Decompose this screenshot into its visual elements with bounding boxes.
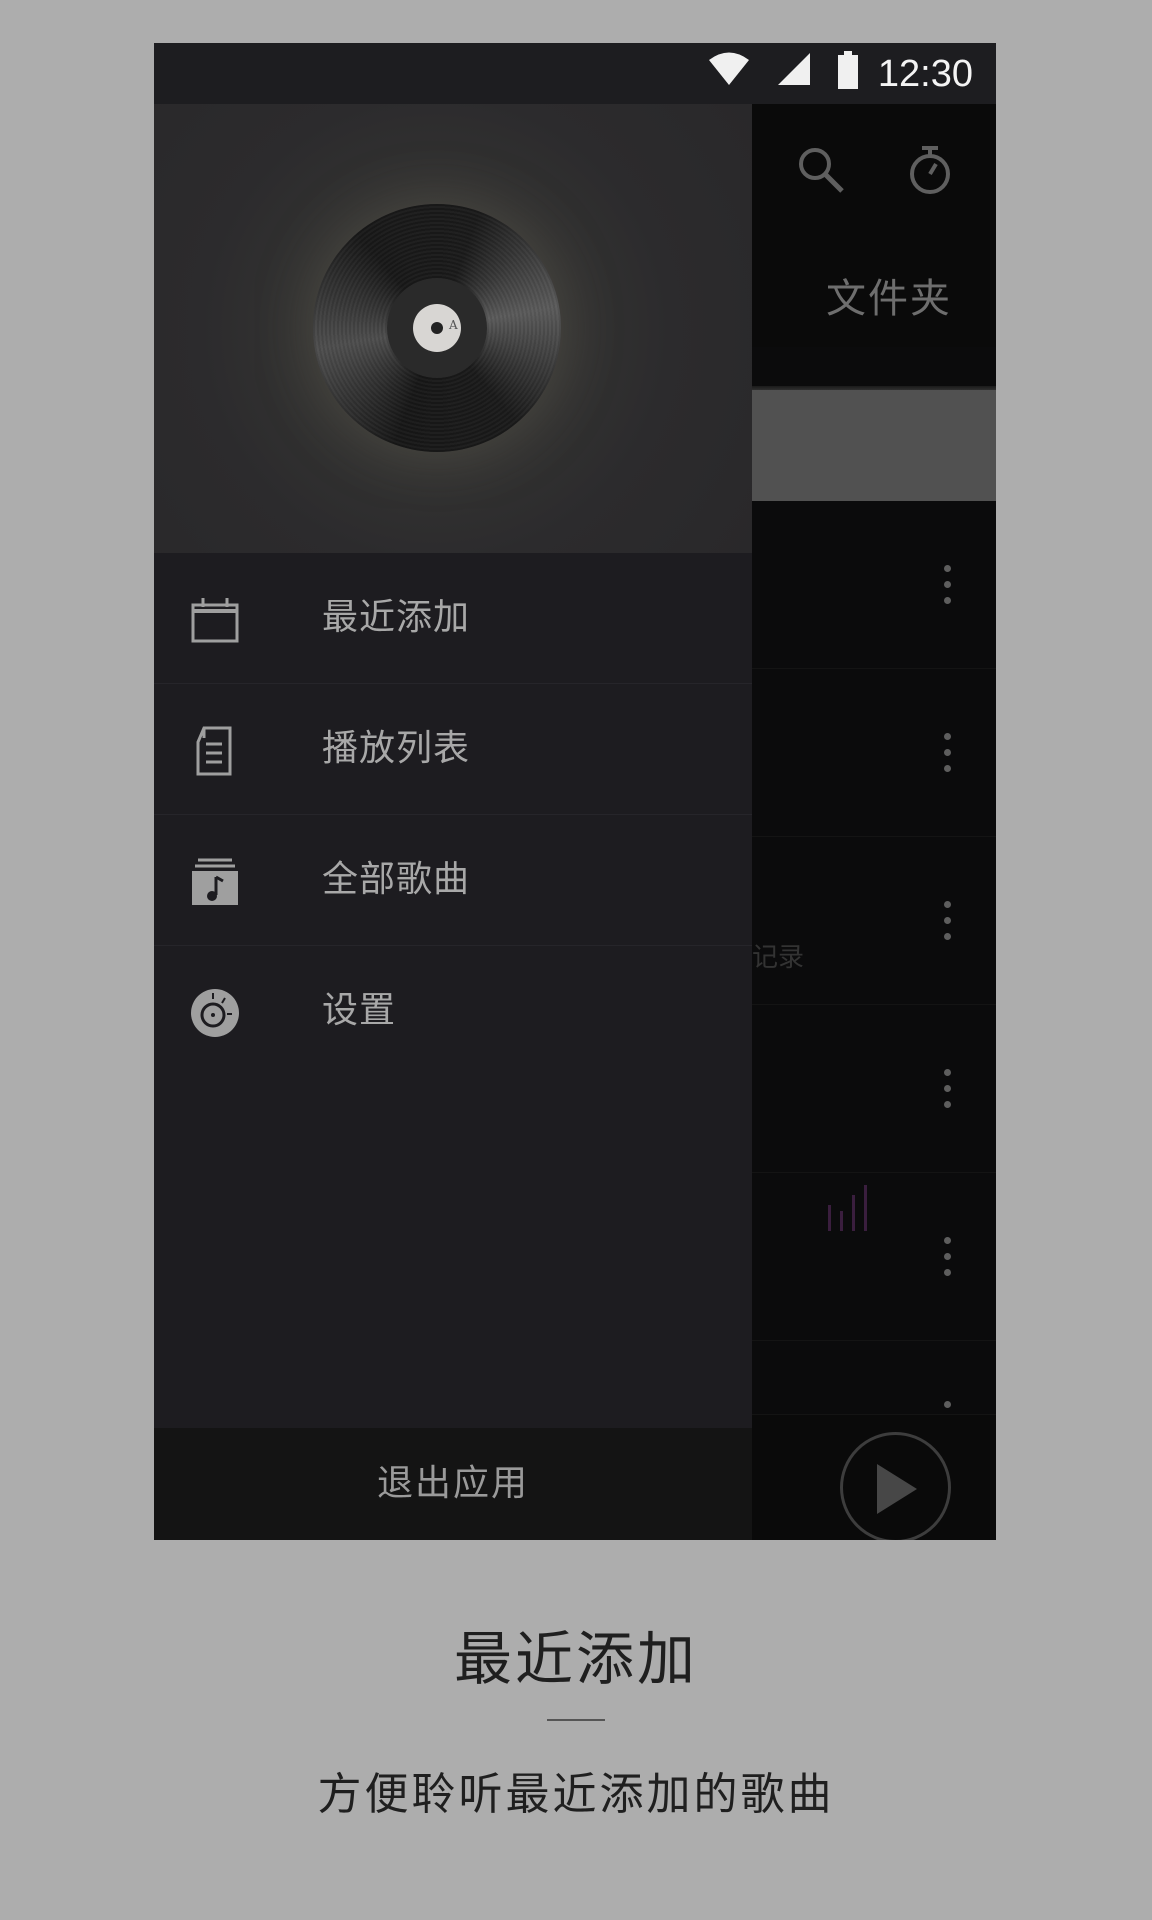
menu-item-playlists[interactable]: 播放列表 [154,684,752,815]
search-icon[interactable] [796,145,846,199]
menu-item-label: 播放列表 [322,728,471,769]
list-item[interactable] [752,1341,996,1415]
tab-folder[interactable]: 文件夹 [826,266,952,324]
background-app: 文件夹 记录 [752,104,996,1540]
navigation-drawer: A 最近添加 播放列表 全部歌曲 设置 退出应用 [154,104,752,1540]
more-options-icon[interactable] [944,565,952,605]
list-item[interactable] [752,1005,996,1173]
background-banner [752,390,996,501]
menu-item-settings[interactable]: 设置 [154,946,752,1077]
cellular-signal-icon [776,51,812,91]
wifi-icon [709,51,749,91]
music-library-icon [190,857,240,907]
more-options-icon[interactable] [944,733,952,773]
menu-item-label: 最近添加 [322,597,471,638]
exit-app-button[interactable]: 退出应用 [154,1428,752,1540]
phone-screen: 12:30 文件夹 记录 A 最近添加 播放列表 全部歌曲 设置 退出应用 [154,43,996,1540]
caption-divider [547,1719,605,1721]
menu-item-all-songs[interactable]: 全部歌曲 [154,815,752,946]
play-button[interactable] [840,1432,951,1540]
more-options-icon[interactable] [944,1069,952,1109]
more-options-icon[interactable] [944,1237,952,1277]
list-item[interactable] [752,501,996,669]
vinyl-record-image: A [313,204,561,452]
more-options-icon[interactable] [944,901,952,941]
drawer-header: A [154,104,752,553]
drawer-menu: 最近添加 播放列表 全部歌曲 设置 [154,553,752,1077]
battery-icon [837,51,859,95]
status-time: 12:30 [877,53,973,95]
playlist-icon [190,726,240,776]
background-toolbar: 文件夹 [752,104,996,347]
menu-item-recently-added[interactable]: 最近添加 [154,553,752,684]
timer-icon[interactable] [907,144,953,200]
menu-item-label: 设置 [322,990,397,1031]
settings-dial-icon [190,988,240,1038]
list-item-partial-text: 记录 [752,943,805,973]
drawer-footer: 退出应用 [154,1428,752,1540]
list-item[interactable] [752,1173,996,1341]
list-item[interactable] [752,669,996,837]
caption-subtitle: 方便聆听最近添加的歌曲 [317,1769,835,1820]
status-bar: 12:30 [154,43,996,104]
menu-item-label: 全部歌曲 [322,859,471,900]
caption-title: 最近添加 [453,1625,698,1693]
list-item[interactable]: 记录 [752,837,996,1005]
calendar-icon [190,595,240,645]
mini-player [752,1415,996,1540]
